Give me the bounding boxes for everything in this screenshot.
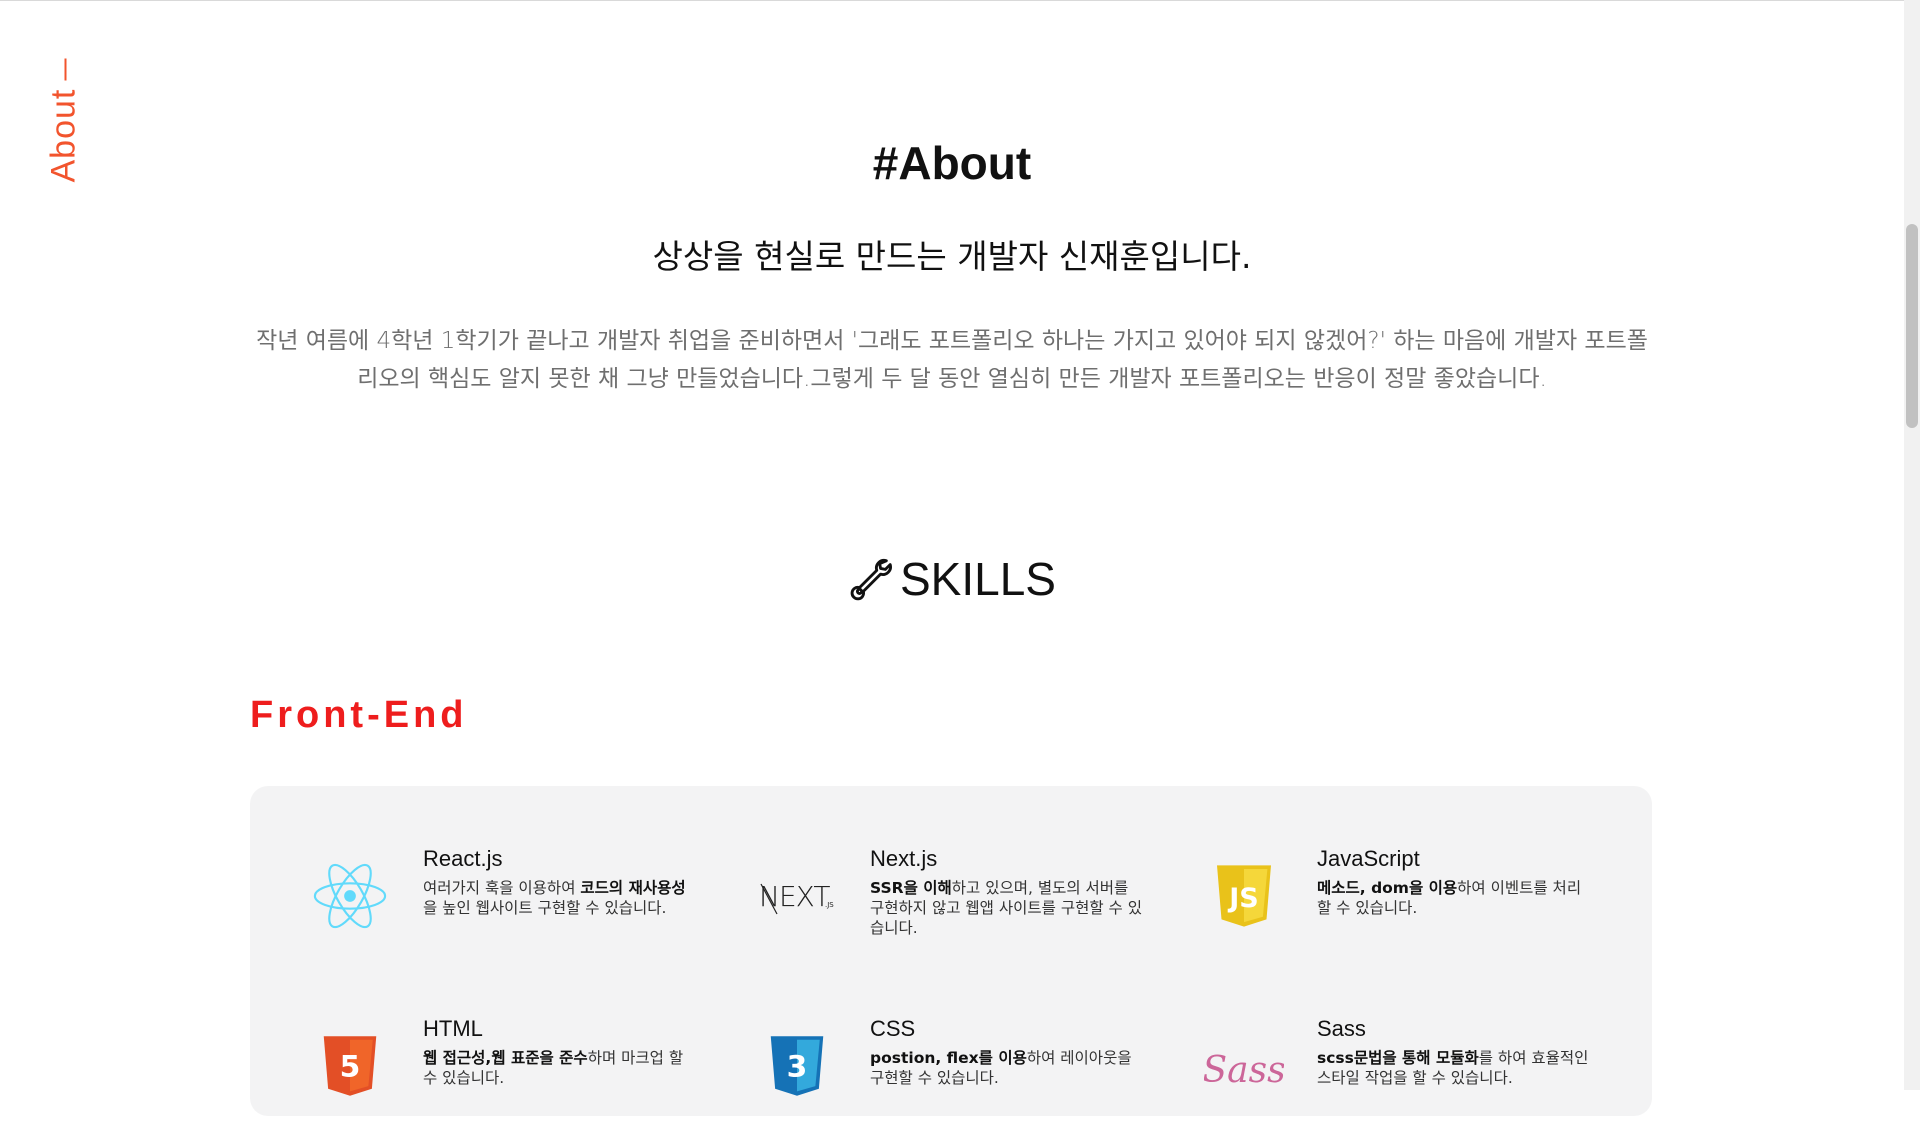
scrollbar-thumb[interactable] bbox=[1906, 224, 1918, 428]
skill-name: JavaScript bbox=[1317, 846, 1420, 871]
svg-text:5: 5 bbox=[340, 1050, 361, 1085]
about-title: #About bbox=[872, 137, 1032, 189]
html5-icon: 5 bbox=[310, 1026, 390, 1106]
skill-desc: 여러가지 훅을 이용하여 코드의 재사용성을 높인 웹사이트 구현할 수 있습니… bbox=[423, 879, 686, 917]
svg-text:.JS: .JS bbox=[825, 901, 834, 909]
svg-text:NEXT: NEXT bbox=[759, 880, 830, 913]
skill-desc: 메소드, dom을 이용하여 이벤트를 처리할 수 있습니다. bbox=[1317, 879, 1582, 917]
skills-panel: React.js 여러가지 훅을 이용하여 코드의 재사용성을 높인 웹사이트 … bbox=[250, 786, 1652, 1116]
skill-card-react: React.js 여러가지 훅을 이용하여 코드의 재사용성을 높인 웹사이트 … bbox=[250, 846, 690, 976]
skills-heading: SKILLS bbox=[0, 552, 1904, 606]
skill-card-html: 5 HTML 웹 접근성,웹 표준을 준수하며 마크업 할 수 있습니다. bbox=[250, 1016, 690, 1146]
skill-desc: postion, flex를 이용하여 레이아웃을 구현할 수 있습니다. bbox=[870, 1049, 1132, 1087]
skill-name: Next.js bbox=[870, 846, 938, 871]
svg-text:Sass: Sass bbox=[1204, 1050, 1284, 1091]
skill-name: HTML bbox=[423, 1016, 483, 1041]
svg-text:JS: JS bbox=[1227, 883, 1259, 914]
skill-desc: 웹 접근성,웹 표준을 준수하며 마크업 할 수 있습니다. bbox=[423, 1049, 684, 1087]
scrollbar-track[interactable] bbox=[1904, 0, 1920, 1090]
sass-icon: Sass bbox=[1204, 1026, 1284, 1106]
skill-desc: SSR을 이해하고 있으며, 별도의 서버를 구현하지 않고 웹앱 사이트를 구… bbox=[870, 879, 1142, 937]
skill-name: Sass bbox=[1317, 1016, 1366, 1041]
skill-card-nextjs: NEXT .JS Next.js SSR을 이해하고 있으며, 별도의 서버를 … bbox=[697, 846, 1142, 976]
skill-card-sass: Sass Sass scss문법을 통해 모듈화를 하여 효율적인 스타일 작업… bbox=[1144, 1016, 1588, 1146]
javascript-icon: JS bbox=[1204, 856, 1284, 936]
front-end-title: Front-End bbox=[250, 694, 468, 736]
react-icon bbox=[310, 856, 390, 936]
skill-card-javascript: JS JavaScript 메소드, dom을 이용하여 이벤트를 처리할 수 … bbox=[1144, 846, 1584, 976]
css3-icon: 3 bbox=[757, 1026, 837, 1106]
skill-name: CSS bbox=[870, 1016, 916, 1041]
about-description: 작년 여름에 4학년 1학기가 끝나고 개발자 취업을 준비하면서 '그래도 포… bbox=[256, 328, 1648, 392]
svg-text:3: 3 bbox=[787, 1050, 808, 1085]
skill-desc: scss문법을 통해 모듈화를 하여 효율적인 스타일 작업을 할 수 있습니다… bbox=[1317, 1049, 1589, 1087]
skills-title-text: SKILLS bbox=[900, 553, 1056, 605]
top-divider bbox=[0, 0, 1904, 1]
skill-name: React.js bbox=[423, 846, 503, 871]
skill-card-css: 3 CSS postion, flex를 이용하여 레이아웃을 구현할 수 있습… bbox=[697, 1016, 1137, 1146]
wrench-icon bbox=[848, 555, 894, 601]
nextjs-icon: NEXT .JS bbox=[757, 856, 837, 936]
about-subtitle: 상상을 현실로 만드는 개발자 신재훈입니다. bbox=[652, 237, 1252, 276]
side-nav-dash bbox=[64, 58, 67, 81]
